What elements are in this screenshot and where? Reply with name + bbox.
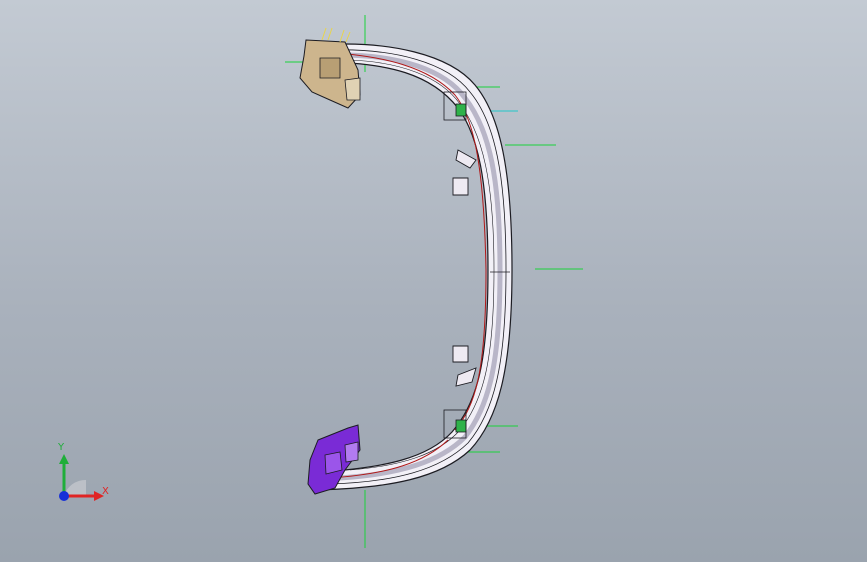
top-bracket[interactable] (299, 27, 361, 109)
mounting-rib-2 (455, 367, 477, 387)
cad-model[interactable] (0, 0, 867, 562)
mounting-tab-upper (452, 177, 469, 196)
trim-outer-body (317, 43, 513, 491)
y-axis-label: Y (58, 442, 65, 453)
clip-upper (455, 103, 467, 117)
mounting-tabs[interactable] (452, 149, 477, 387)
graphics-viewport[interactable]: Y X (0, 0, 867, 562)
clip-lower (455, 419, 467, 433)
clip-housings (443, 91, 467, 439)
mounting-rib-1 (455, 149, 477, 169)
x-axis-label: X (102, 486, 109, 497)
mounting-tab-lower (452, 345, 469, 363)
axis-triad: Y X (48, 440, 118, 510)
bumper-trim-part[interactable] (317, 43, 513, 491)
